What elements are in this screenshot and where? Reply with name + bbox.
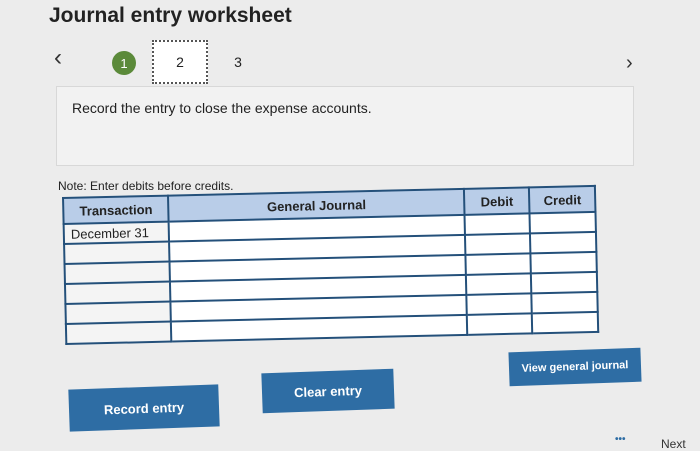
instruction-text: Record the entry to close the expense ac… xyxy=(72,100,372,116)
credit-cell[interactable] xyxy=(532,311,599,334)
credit-cell[interactable] xyxy=(531,291,598,314)
header-credit: Credit xyxy=(529,185,596,214)
credit-cell[interactable] xyxy=(531,271,598,294)
clear-entry-button[interactable]: Clear entry xyxy=(261,368,395,414)
chevron-right-icon[interactable]: › xyxy=(626,52,633,75)
step-2[interactable]: 2 xyxy=(152,40,208,84)
step-3[interactable]: 3 xyxy=(228,52,248,72)
instruction-box: Record the entry to close the expense ac… xyxy=(56,86,634,166)
note-text: Note: Enter debits before credits. xyxy=(58,179,234,193)
credit-cell[interactable] xyxy=(529,211,596,234)
transaction-cell xyxy=(65,301,172,324)
record-entry-button[interactable]: Record entry xyxy=(68,384,220,432)
more-icon[interactable]: ••• xyxy=(615,434,626,445)
debit-cell[interactable] xyxy=(464,213,531,235)
transaction-cell xyxy=(65,321,172,344)
transaction-cell xyxy=(64,241,170,264)
credit-cell[interactable] xyxy=(530,231,597,254)
credit-cell[interactable] xyxy=(530,251,597,274)
chevron-left-icon[interactable]: ‹ xyxy=(54,44,62,72)
debit-cell[interactable] xyxy=(466,293,533,315)
view-general-journal-button[interactable]: View general journal xyxy=(508,347,642,387)
debit-cell[interactable] xyxy=(466,313,533,335)
transaction-cell: December 31 xyxy=(63,221,170,244)
page-title: Journal entry worksheet xyxy=(49,4,292,27)
debit-cell[interactable] xyxy=(465,273,532,295)
header-debit: Debit xyxy=(463,187,530,215)
step-1[interactable]: 1 xyxy=(112,51,136,75)
transaction-cell xyxy=(64,281,171,304)
transaction-cell xyxy=(64,261,171,284)
journal-table: Transaction General Journal Debit Credit… xyxy=(62,184,600,345)
debit-cell[interactable] xyxy=(465,253,532,275)
header-transaction: Transaction xyxy=(63,195,170,224)
debit-cell[interactable] xyxy=(464,233,531,255)
